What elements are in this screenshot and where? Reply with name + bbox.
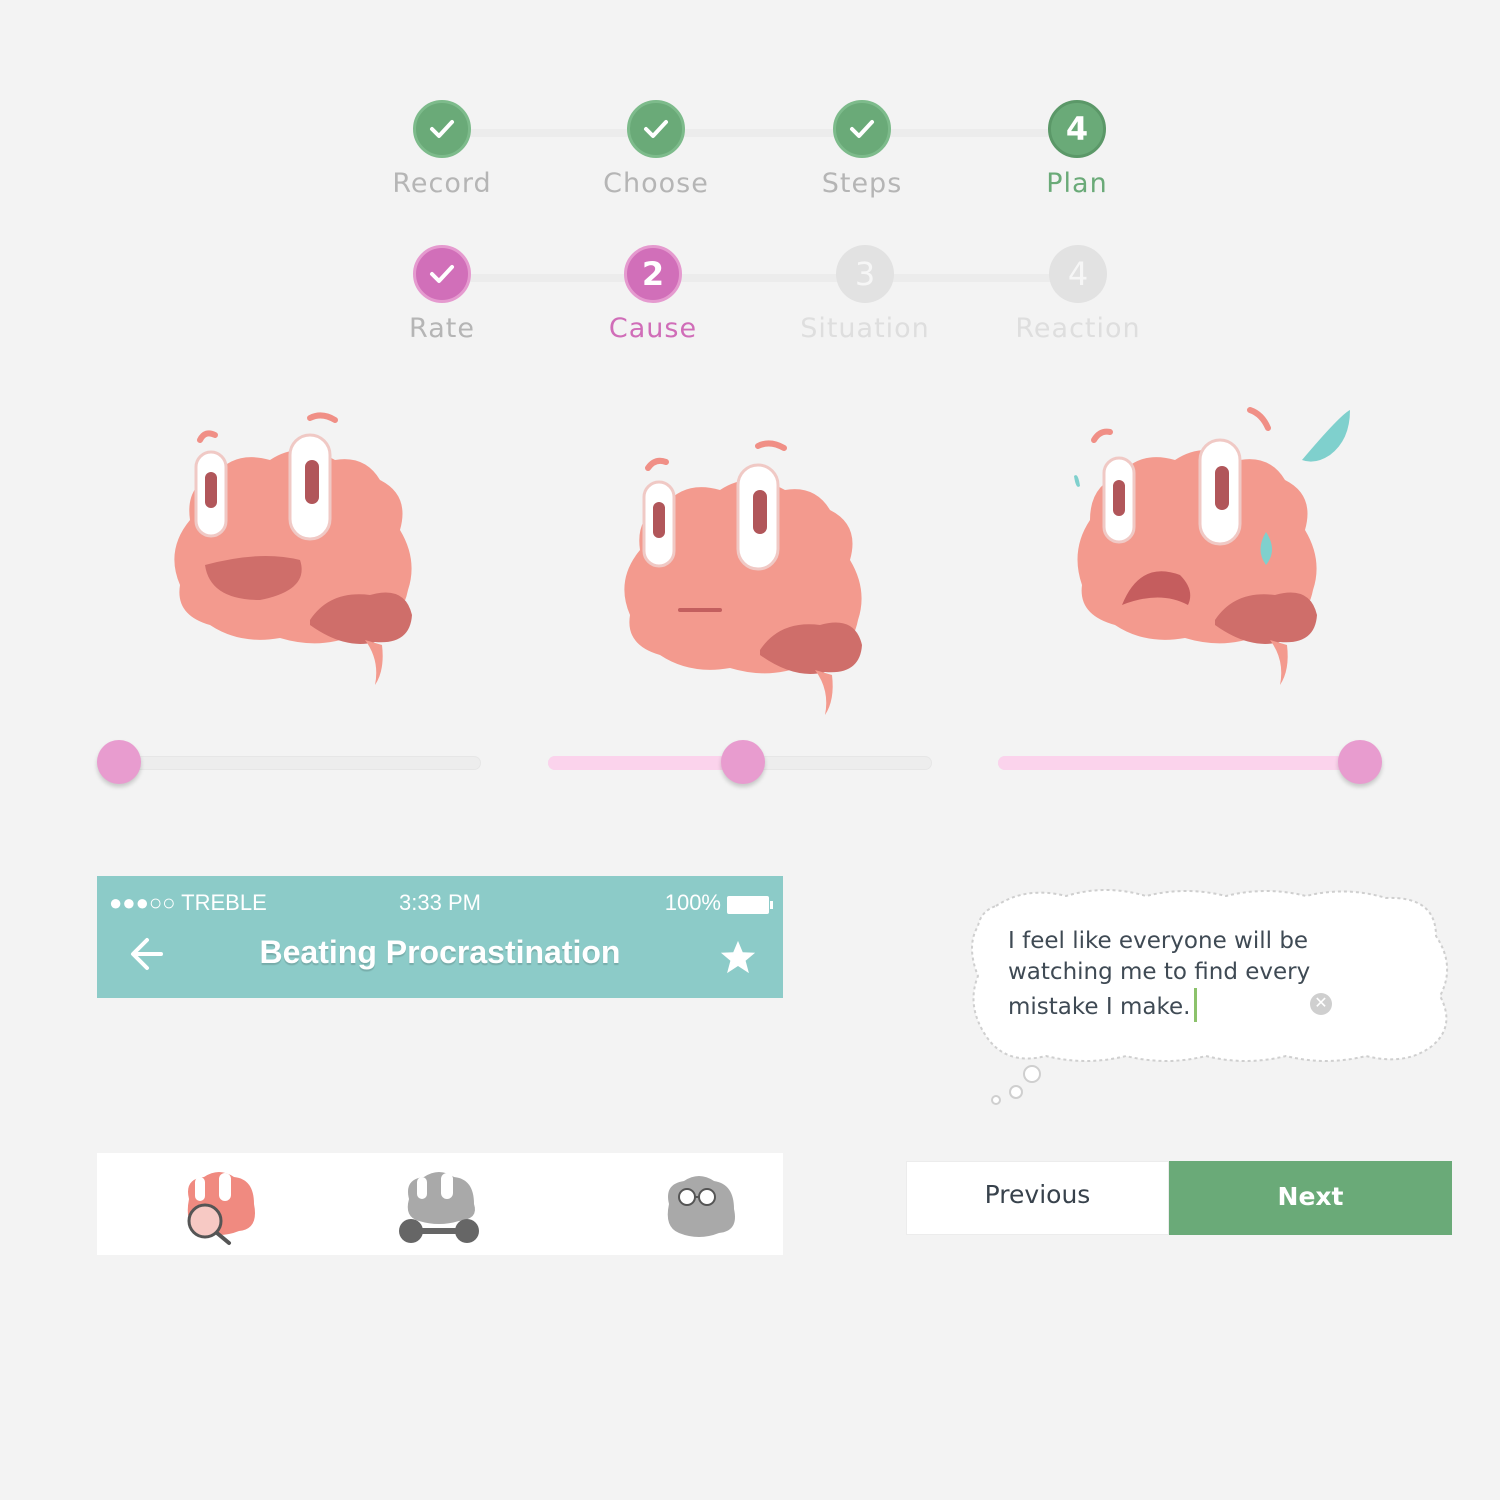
step-label: Reaction	[1015, 313, 1141, 344]
step-number: 4	[1048, 100, 1106, 158]
check-icon	[833, 100, 891, 158]
happy-brain-illustration	[174, 412, 412, 685]
anxious-brain-illustration	[1074, 407, 1350, 685]
step-label: Steps	[821, 168, 903, 199]
slider-rail	[97, 756, 481, 770]
step-label: Situation	[800, 313, 930, 344]
brain-magnifier-icon[interactable]	[169, 1159, 269, 1249]
rate-step-rate[interactable]: Rate	[342, 245, 542, 344]
slider-thumb[interactable]	[97, 740, 141, 784]
step-label: Plan	[1046, 168, 1108, 199]
mood-slider-neutral[interactable]	[548, 740, 932, 786]
plan-step-steps[interactable]: Steps	[762, 100, 962, 199]
battery-percent: 100%	[664, 890, 721, 915]
mood-slider-anxious[interactable]	[998, 740, 1382, 786]
previous-button[interactable]: Previous	[906, 1161, 1169, 1235]
plan-step-choose[interactable]: Choose	[556, 100, 756, 199]
slider-thumb[interactable]	[721, 740, 766, 784]
check-icon	[413, 100, 471, 158]
next-button[interactable]: Next	[1169, 1161, 1452, 1235]
slider-thumb[interactable]	[1338, 740, 1382, 784]
step-number: 2	[624, 245, 682, 303]
rate-step-reaction[interactable]: 4 Reaction	[978, 245, 1178, 344]
slider-fill	[548, 756, 744, 770]
slider-fill	[998, 756, 1360, 770]
step-label: Choose	[603, 168, 709, 199]
thought-text: I feel like everyone will be watching me…	[1008, 928, 1311, 1020]
brain-glasses-icon[interactable]	[649, 1159, 749, 1249]
step-label: Rate	[409, 313, 475, 344]
plan-step-plan[interactable]: 4 Plan	[977, 100, 1177, 199]
status-bar: ●●●○○ TREBLE 3:33 PM 100%	[97, 888, 783, 918]
brain-workout-icon[interactable]	[389, 1159, 489, 1249]
plan-step-record[interactable]: Record	[342, 100, 542, 199]
plan-stepper: Record Choose Steps 4 Plan	[380, 100, 1140, 210]
check-icon	[627, 100, 685, 158]
step-label: Record	[392, 168, 492, 199]
mood-slider-happy[interactable]	[97, 740, 481, 786]
clear-circle-icon[interactable]: ✕	[1310, 993, 1332, 1015]
bottom-tab-bar	[97, 1153, 783, 1255]
rate-step-situation[interactable]: 3 Situation	[765, 245, 965, 344]
step-number: 4	[1049, 245, 1107, 303]
page-title: Beating Procrastination	[259, 934, 621, 970]
star-icon[interactable]	[719, 938, 757, 976]
step-label: Cause	[608, 313, 698, 344]
text-caret	[1194, 988, 1198, 1022]
rate-stepper: Rate 2 Cause 3 Situation 4 Reaction	[380, 245, 1140, 355]
check-icon	[413, 245, 471, 303]
rate-step-cause[interactable]: 2 Cause	[553, 245, 753, 344]
neutral-brain-illustration	[624, 440, 862, 715]
battery-icon	[727, 896, 773, 914]
app-header: ●●●○○ TREBLE 3:33 PM 100% Beating Procra…	[97, 876, 783, 998]
step-number: 3	[836, 245, 894, 303]
